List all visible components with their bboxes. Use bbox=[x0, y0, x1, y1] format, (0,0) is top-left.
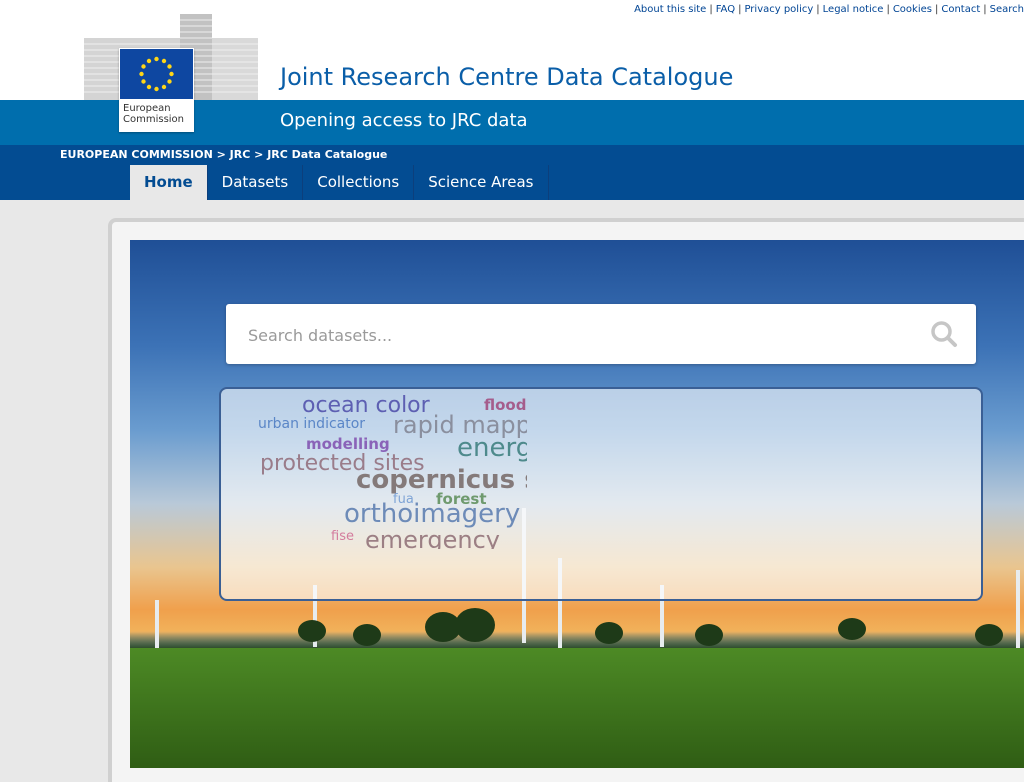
link-search[interactable]: Search bbox=[990, 4, 1024, 15]
search-box bbox=[226, 304, 976, 364]
top-links: About this site | FAQ | Privacy policy | Legal… bbox=[634, 4, 1024, 15]
wind-turbine bbox=[1016, 570, 1020, 648]
tag-energy[interactable]: energy bbox=[457, 433, 527, 463]
tab-collections[interactable]: Collections bbox=[303, 165, 415, 200]
tab-home[interactable]: Home bbox=[130, 165, 208, 200]
site-title[interactable]: Joint Research Centre Data Catalogue bbox=[280, 63, 733, 91]
breadcrumb[interactable]: EUROPEAN COMMISSION > JRC > JRC Data Cat… bbox=[60, 148, 387, 161]
magnifier-icon[interactable] bbox=[930, 320, 958, 348]
logo-line-2: Commission bbox=[123, 114, 185, 125]
tree bbox=[455, 608, 495, 642]
tab-science-areas[interactable]: Science Areas bbox=[414, 165, 549, 200]
tag-fise[interactable]: fise bbox=[331, 529, 354, 544]
logo-text: European Commission bbox=[123, 103, 184, 125]
link-about[interactable]: About this site bbox=[634, 4, 706, 15]
main-nav: Home Datasets Collections Science Areas bbox=[130, 165, 549, 200]
tag-emergency[interactable]: emergency bbox=[365, 526, 500, 549]
link-privacy[interactable]: Privacy policy bbox=[744, 4, 813, 15]
tag-urban-indicator[interactable]: urban indicator bbox=[258, 416, 365, 432]
tree bbox=[595, 622, 623, 644]
tree bbox=[838, 618, 866, 640]
link-faq[interactable]: FAQ bbox=[716, 4, 735, 15]
tree bbox=[975, 624, 1003, 646]
search-input[interactable] bbox=[234, 312, 950, 358]
field bbox=[130, 648, 1024, 768]
logo-line-1: European bbox=[123, 103, 171, 114]
link-legal[interactable]: Legal notice bbox=[823, 4, 884, 15]
link-cookies[interactable]: Cookies bbox=[893, 4, 932, 15]
tree bbox=[353, 624, 381, 646]
tag-orthoimagery[interactable]: orthoimagery bbox=[344, 499, 520, 529]
eu-flag-icon bbox=[120, 49, 193, 99]
tree bbox=[298, 620, 326, 642]
link-contact[interactable]: Contact bbox=[941, 4, 980, 15]
site-tagline: Opening access to JRC data bbox=[280, 110, 528, 131]
tag-cloud-words: ocean color flood urban indicator rapid … bbox=[221, 389, 527, 549]
tab-datasets[interactable]: Datasets bbox=[208, 165, 304, 200]
wind-turbine bbox=[155, 600, 159, 648]
tag-cloud: ocean color flood urban indicator rapid … bbox=[219, 387, 983, 601]
tree bbox=[695, 624, 723, 646]
ec-logo[interactable]: European Commission bbox=[119, 48, 194, 132]
